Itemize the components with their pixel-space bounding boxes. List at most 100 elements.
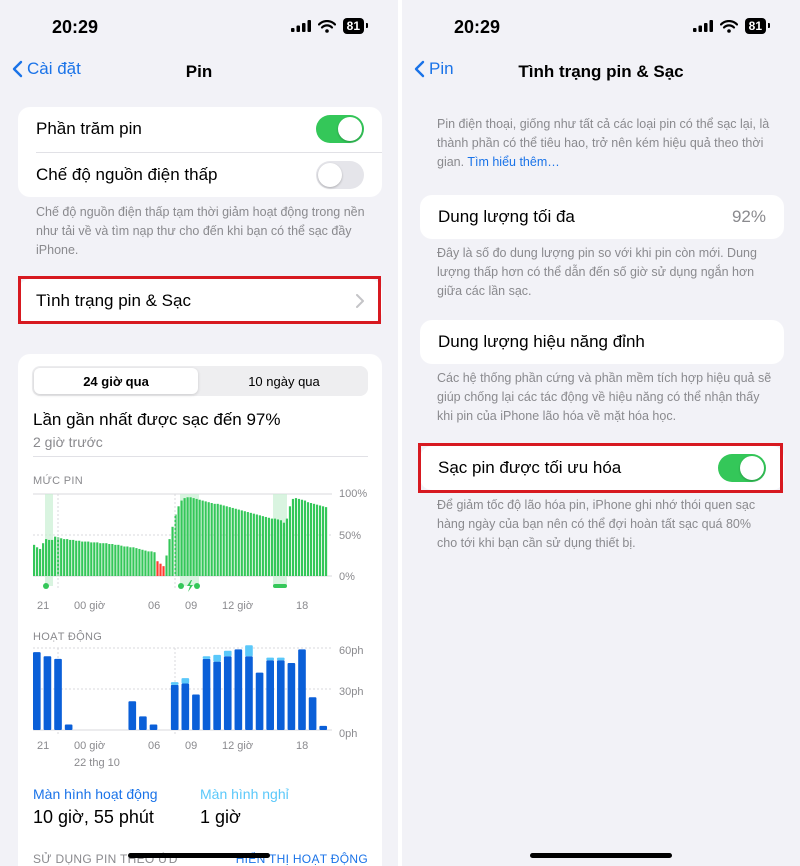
charging-dot: [178, 583, 184, 589]
battery-level-bar: [150, 551, 153, 576]
learn-more-link[interactable]: Tìm hiểu thêm…: [467, 155, 559, 169]
battery-level-bar: [66, 539, 69, 576]
battery-level-bar: [267, 517, 270, 576]
battery-percentage-toggle[interactable]: [316, 115, 364, 143]
battery-level-bar: [96, 542, 99, 576]
battery-level-bar: [207, 502, 210, 576]
battery-level-bar: [45, 539, 48, 576]
battery-level-bar: [255, 514, 258, 576]
battery-level-bar: [246, 512, 249, 576]
battery-level-bar: [219, 504, 222, 576]
low-power-row: Chế độ nguồn điện thấp: [18, 153, 382, 197]
battery-level-bar: [144, 550, 147, 576]
activity-bar: [128, 701, 137, 730]
activity-bar-screen-off: [276, 657, 285, 661]
status-time: 20:29: [454, 17, 501, 37]
battery-level-bar: [309, 503, 313, 576]
intro-text: Pin điện thoại, giống như tất cả các loạ…: [437, 115, 770, 172]
charging-dot: [273, 584, 287, 588]
battery-level-bar: [183, 498, 186, 576]
battery-level-bar: [252, 513, 255, 576]
battery-level-bar: [177, 506, 180, 576]
screen-on-label: Màn hình hoạt động: [33, 786, 158, 802]
screen-on-value: 10 giờ, 55 phút: [33, 807, 154, 827]
battery-level-bar: [162, 566, 165, 576]
highlight-box: [18, 276, 381, 324]
battery-level-bar: [72, 539, 75, 576]
battery-level-bar: [99, 543, 102, 576]
activity-bar: [139, 716, 147, 730]
battery-level-bar: [180, 500, 183, 576]
charging-dot: [43, 583, 49, 589]
activity-bar: [192, 694, 200, 730]
ax-tick-18: 18: [296, 740, 309, 752]
ax-tick-21: 21: [37, 740, 50, 752]
battery-level-bar: [141, 549, 144, 576]
x-tick-12: 12 giờ: [222, 600, 254, 612]
activity-bar: [43, 656, 52, 730]
battery-level-bar: [165, 555, 168, 576]
activity-tick-60: 60ph: [339, 645, 364, 657]
battery-level-bar: [93, 542, 96, 576]
activity-bar: [64, 724, 73, 730]
max-capacity-value: 92%: [731, 207, 766, 226]
x-tick-18: 18: [296, 600, 309, 612]
battery-level-bar: [210, 503, 213, 576]
activity-tick-30: 30ph: [339, 686, 364, 698]
battery-level-bar: [240, 510, 243, 576]
battery-icon: 81: [744, 18, 771, 34]
tab-24h[interactable]: 24 giờ qua: [34, 368, 198, 394]
battery-level-bar: [123, 546, 126, 576]
battery-level-bar: [225, 506, 228, 576]
battery-icon: 81: [342, 18, 369, 34]
activity-bar: [245, 656, 253, 730]
divider: [33, 456, 368, 457]
battery-level-bar: [138, 548, 141, 576]
status-bar: 20:29 81: [402, 0, 800, 52]
battery-level-bar: [231, 507, 234, 576]
max-capacity-label: Dung lượng tối đa: [438, 207, 575, 226]
last-charged: Lần gần nhất được sạc đến 97%: [33, 410, 281, 429]
activity-bar-screen-off: [213, 654, 221, 662]
low-power-toggle[interactable]: [316, 161, 364, 189]
battery-level-bar: [78, 540, 81, 576]
battery-level-bar: [270, 518, 273, 576]
ax-tick-06: 06: [148, 740, 161, 752]
battery-level-bar: [126, 546, 129, 576]
home-indicator: [128, 853, 270, 858]
battery-level-chart: [33, 493, 332, 592]
activity-bar: [149, 724, 158, 730]
battery-level-bar: [60, 538, 63, 576]
tab-10d[interactable]: 10 ngày qua: [202, 368, 366, 394]
time-range-segmented-control: 24 giờ qua 10 ngày qua: [32, 366, 368, 396]
battery-level-bar: [198, 499, 201, 576]
battery-level-bar: [201, 500, 204, 576]
activity-bar-screen-off: [223, 650, 232, 657]
peak-performance-footer: Các hệ thống phần cứng và phần mềm tích …: [437, 371, 772, 423]
battery-level-bar: [117, 544, 120, 576]
battery-level-bar: [192, 498, 195, 576]
battery-level-bar: [291, 498, 295, 576]
battery-level-bar: [159, 563, 162, 576]
battery-level-bar: [213, 503, 216, 576]
home-indicator: [530, 853, 672, 858]
battery-level-bar: [282, 522, 286, 576]
battery-level-bar: [120, 545, 123, 576]
battery-level-bar: [315, 504, 319, 576]
battery-level-bar: [243, 511, 246, 576]
battery-level-bar: [288, 506, 292, 576]
highlight-box: [418, 443, 783, 493]
usage-card: 24 giờ qua 10 ngày qua Lần gần nhất được…: [18, 354, 382, 866]
low-power-footer: Chế độ nguồn điện thấp tạm thời giảm hoạ…: [36, 205, 365, 257]
battery-level-bar: [189, 497, 192, 576]
activity-bar: [181, 683, 190, 730]
battery-level-bar: [42, 543, 45, 576]
battery-level-bar: [54, 536, 57, 576]
activity-bar: [287, 663, 296, 730]
status-bar: 20:29 81: [0, 0, 398, 52]
activity-bar-screen-off: [170, 682, 179, 685]
cellular-signal-icon: [692, 20, 713, 32]
battery-level-bar: [36, 547, 39, 576]
battery-level-bar: [297, 498, 301, 576]
activity-bar: [266, 660, 274, 730]
